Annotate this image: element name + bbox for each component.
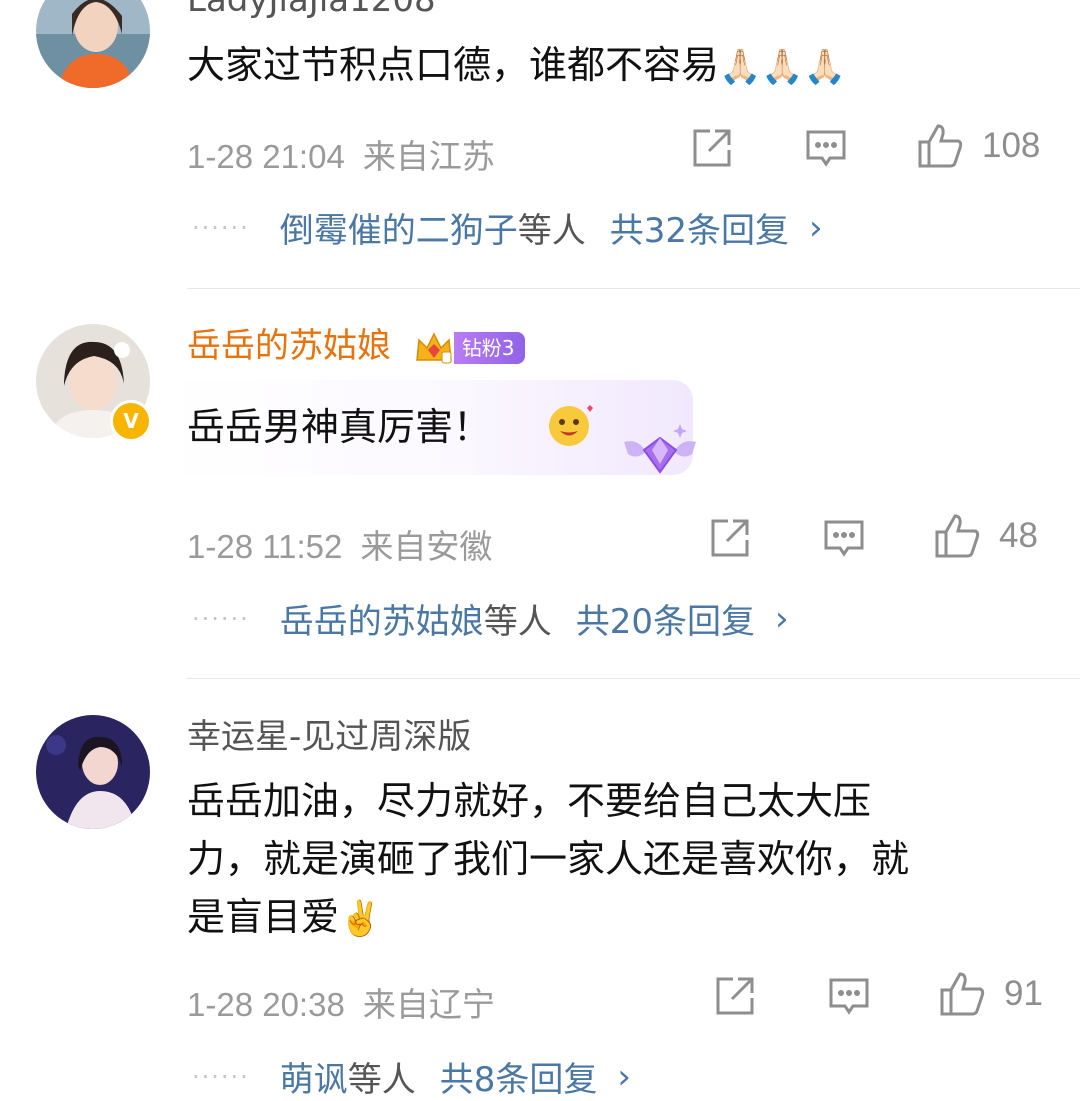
replies-dots: ······ [192,604,250,633]
verified-letter: V [123,409,139,433]
comment-button[interactable] [822,516,866,560]
diamond-wings-icon [624,424,696,474]
comment-1: LadyJiaJia1208 大家过节积点口德，谁都不容易🙏🏻🙏🏻🙏🏻 1-28… [0,0,1080,290]
like-icon [940,972,985,1016]
like-count: 108 [982,126,1041,165]
share-icon [711,519,749,557]
like-count: 48 [999,516,1038,555]
like-count: 91 [1004,974,1043,1013]
comment-2: V 岳岳的苏姑娘 钻粉3 岳岳男神真厉害！ 1-28 11:52 来自安徽 48 … [0,290,1080,680]
avatar[interactable] [36,715,150,829]
chevron-right-icon: › [617,1056,632,1097]
replies-users[interactable]: 倒霉催的二狗子 [280,203,518,252]
comment-3: 幸运星-见过周深版 岳岳加油，尽力就好，不要给自己太大压 力，就是演砸了我们一家… [0,680,1080,1100]
comment-line-1: 岳岳加油，尽力就好，不要给自己太大压 [187,779,872,823]
replies-link[interactable]: ······ 岳岳的苏姑娘 等人 共20条回复 › [192,594,789,643]
share-button[interactable] [713,974,757,1018]
username[interactable]: 岳岳的苏姑娘 钻粉3 [187,324,525,368]
comment-icon [829,978,869,1015]
pray-emoji: 🙏🏻🙏🏻🙏🏻 [719,47,847,87]
victory-hand-emoji: ✌️ [339,899,382,939]
comment-text-body: 大家过节积点口德，谁都不容易 [187,43,720,87]
replies-total[interactable]: 共8条回复 [440,1052,598,1101]
replies-users[interactable]: 岳岳的苏姑娘 [280,594,484,643]
timestamp: 1-28 11:52 [187,528,343,565]
comment-text: 大家过节积点口德，谁都不容易🙏🏻🙏🏻🙏🏻 [187,36,846,96]
share-icon [716,977,754,1015]
crown-icon [415,331,452,363]
location: 来自辽宁 [362,986,495,1023]
like-icon [918,124,963,168]
like-icon [935,514,980,558]
replies-mid: 等人 [347,1060,416,1100]
location: 来自安徽 [360,528,493,565]
divider [187,288,1080,289]
like-button[interactable]: 91 [938,970,1043,1018]
like-button[interactable]: 108 [916,122,1040,170]
comment-line-3-text: 是盲目爱 [187,895,340,939]
chevron-right-icon: › [809,207,823,248]
replies-link[interactable]: ······ 萌讽 等人 共8条回复 › [192,1052,631,1101]
timestamp: 1-28 21:04 [187,138,345,175]
share-icon [693,129,731,167]
replies-link[interactable]: ······ 倒霉催的二狗子 等人 共32条回复 › [192,203,823,252]
like-button[interactable]: 48 [933,512,1038,560]
comment-meta: 1-28 20:38 来自辽宁 [187,978,495,1026]
share-button[interactable] [690,126,734,170]
username-text[interactable]: 岳岳的苏姑娘 [187,326,391,366]
replies-mid: 等人 [483,602,552,642]
replies-mid: 等人 [517,211,586,251]
fan-badge-label: 钻粉3 [453,331,525,364]
replies-dots: ······ [192,1062,250,1091]
comment-text-body: 岳岳男神真厉害！ [187,405,492,449]
share-button[interactable] [708,516,752,560]
username[interactable]: 幸运星-见过周深版 [187,715,471,759]
location: 来自江苏 [362,138,495,175]
smiley-emoji-icon [549,405,593,446]
comment-meta: 1-28 21:04 来自江苏 [187,130,495,178]
comment-button[interactable] [827,974,871,1018]
timestamp: 1-28 20:38 [187,986,345,1023]
replies-users[interactable]: 萌讽 [280,1052,348,1101]
comment-button[interactable] [804,126,848,170]
comment-text: 岳岳加油，尽力就好，不要给自己太大压 力，就是演砸了我们一家人还是喜欢你，就 是… [187,772,909,948]
comment-text: 岳岳男神真厉害！ [187,398,491,456]
fan-badge[interactable]: 钻粉3 [414,330,525,366]
replies-total[interactable]: 共32条回复 [610,203,789,252]
replies-dots: ······ [192,213,250,242]
comment-meta: 1-28 11:52 来自安徽 [187,520,492,568]
avatar[interactable] [36,0,150,88]
comment-line-3: 是盲目爱✌️ [187,888,909,948]
comment-line-2: 力，就是演砸了我们一家人还是喜欢你，就 [187,837,910,881]
comment-icon [824,520,864,557]
comment-icon [806,130,846,167]
username[interactable]: LadyJiaJia1208 [187,0,436,22]
verified-badge-icon: V [110,400,152,442]
chevron-right-icon: › [775,598,789,639]
divider [187,678,1080,679]
replies-total[interactable]: 共20条回复 [576,594,755,643]
